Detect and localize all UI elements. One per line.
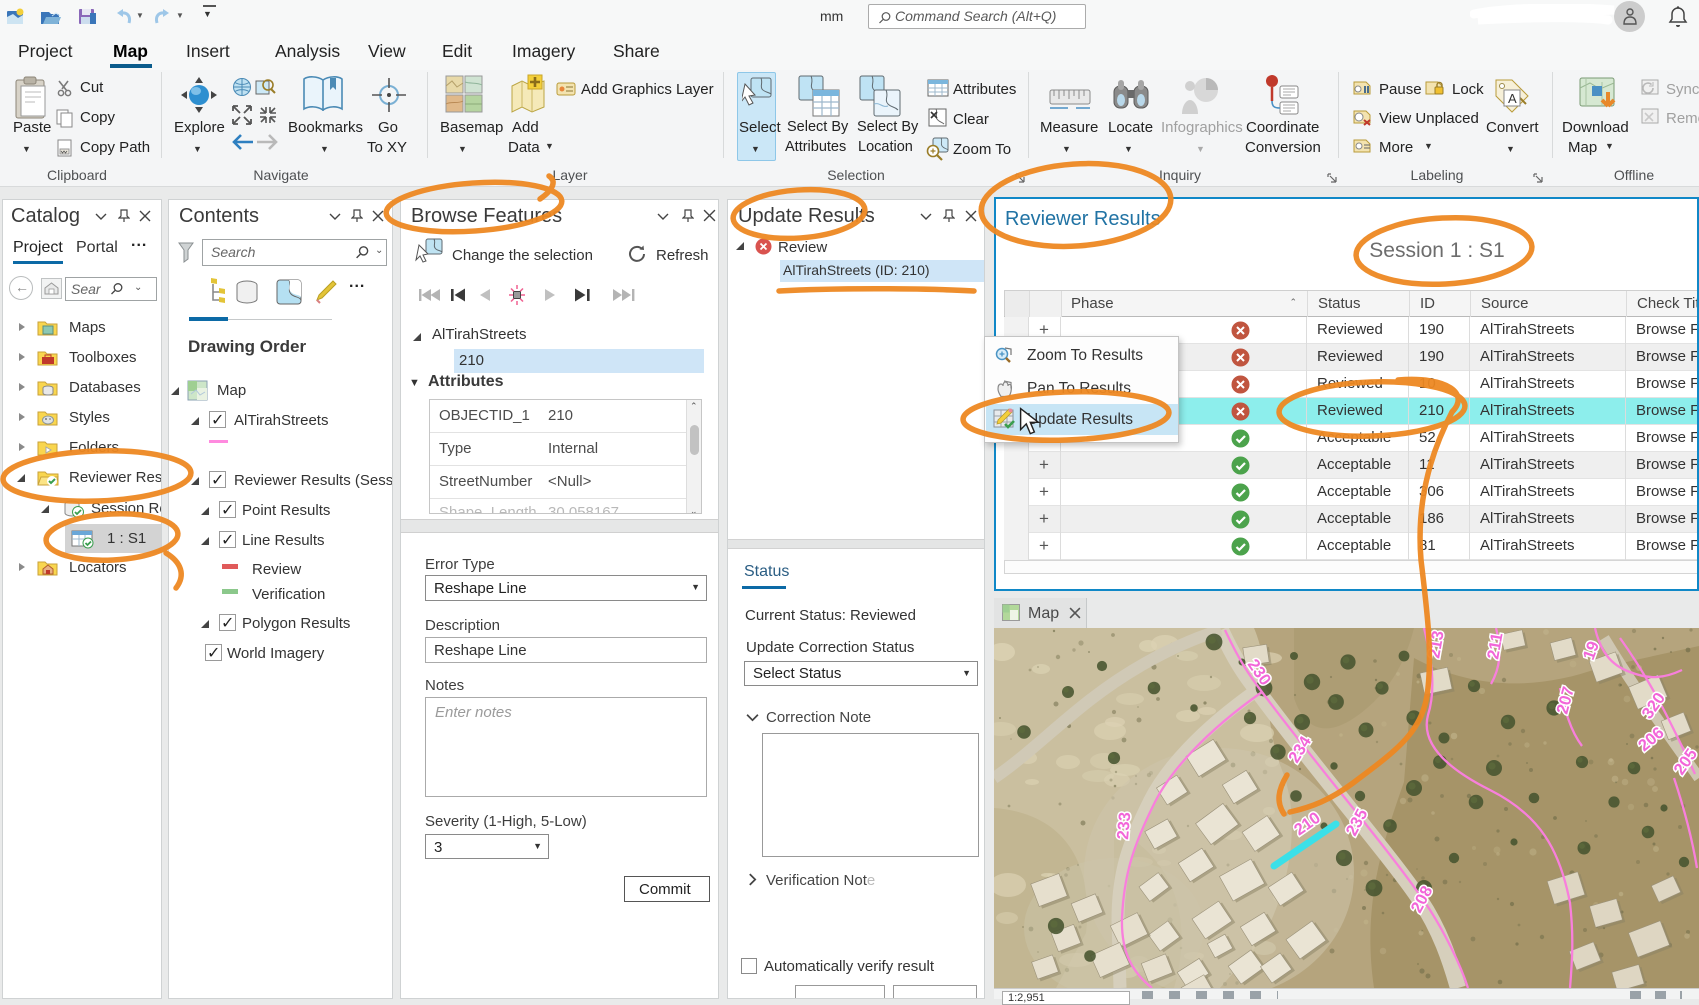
svg-text:233: 233 — [1114, 811, 1134, 840]
svg-text:A: A — [1508, 91, 1517, 106]
